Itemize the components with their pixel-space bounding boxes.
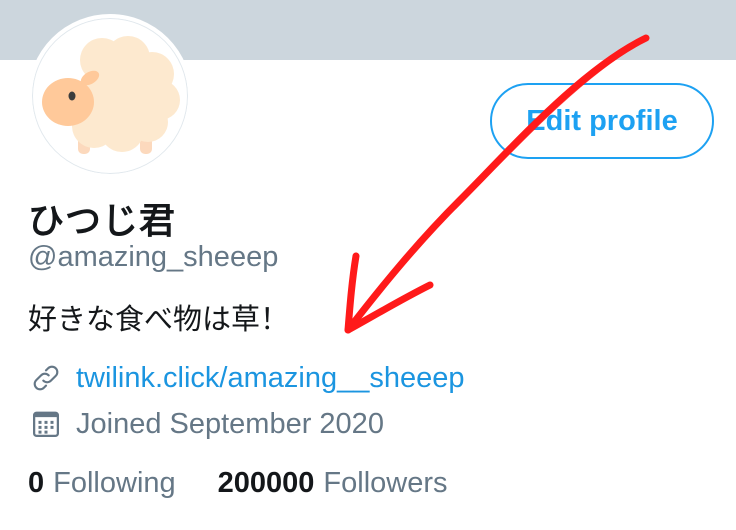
following-count: 0 [28,467,45,499]
profile-bio: 好きな食べ物は草！ [28,302,290,336]
profile-joined-row: Joined September 2020 [28,406,384,442]
display-name: ひつじ君 [28,201,177,242]
calendar-icon [28,406,64,442]
profile-website-link[interactable]: twilink.click/amazing__sheeep [76,362,464,395]
link-icon [28,360,64,396]
following-label: Following [53,467,176,499]
profile-avatar[interactable] [28,14,192,178]
followers-count: 200000 [217,467,315,499]
following-stat[interactable]: 0 Following [28,467,176,500]
profile-link-row: twilink.click/amazing__sheeep [28,360,464,396]
followers-label: Followers [323,467,448,499]
sheep-avatar-icon [42,36,180,154]
joined-date: Joined September 2020 [76,407,384,440]
follow-stats: 0 Following 200000 Followers [28,467,490,500]
edit-profile-button[interactable]: Edit profile [490,83,714,159]
user-handle: @amazing_sheeep [28,241,279,273]
followers-stat[interactable]: 200000 Followers [218,467,448,500]
